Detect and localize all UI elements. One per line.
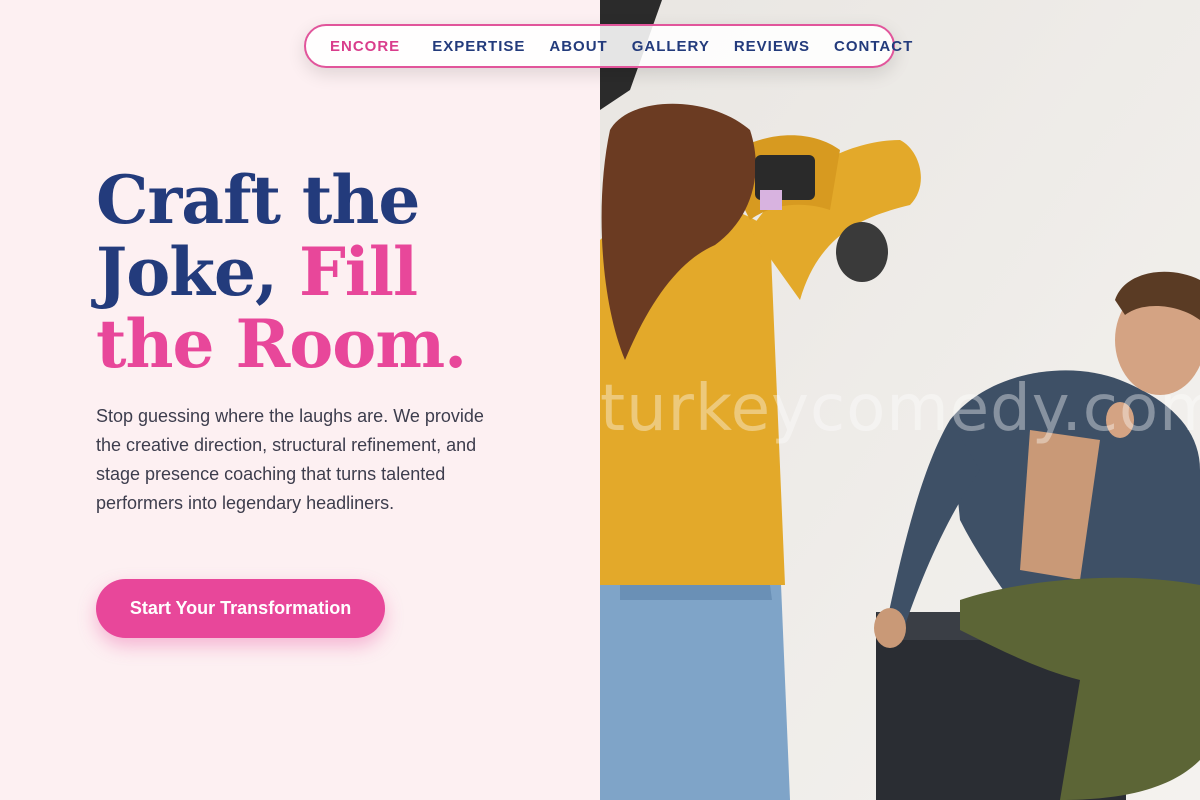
headline-line-2-pink: Fill	[298, 233, 418, 311]
hero-headline: Craft the Joke, Fill the Room.	[96, 164, 556, 380]
nav-link-expertise[interactable]: EXPERTISE	[432, 38, 525, 55]
nav-link-gallery[interactable]: GALLERY	[632, 38, 710, 55]
headline-line-1: Craft the	[96, 161, 420, 239]
hero-left-panel: Craft the Joke, Fill the Room. Stop gues…	[0, 0, 600, 800]
watermark-text: turkeycomedy.com	[600, 372, 1200, 446]
nav-link-reviews[interactable]: REVIEWS	[734, 38, 810, 55]
headline-line-3: the Room.	[96, 305, 467, 383]
start-transformation-button[interactable]: Start Your Transformation	[96, 579, 385, 638]
top-navigation: ENCORE EXPERTISE ABOUT GALLERY REVIEWS C…	[304, 24, 912, 68]
nav-link-contact[interactable]: CONTACT	[834, 38, 913, 55]
brand-logo-link[interactable]: ENCORE	[330, 38, 400, 55]
hero-photo: turkeycomedy.com	[600, 0, 1200, 800]
hero-description: Stop guessing where the laughs are. We p…	[96, 406, 484, 513]
nav-link-about[interactable]: ABOUT	[549, 38, 607, 55]
headline-line-2-dark: Joke,	[96, 233, 299, 311]
